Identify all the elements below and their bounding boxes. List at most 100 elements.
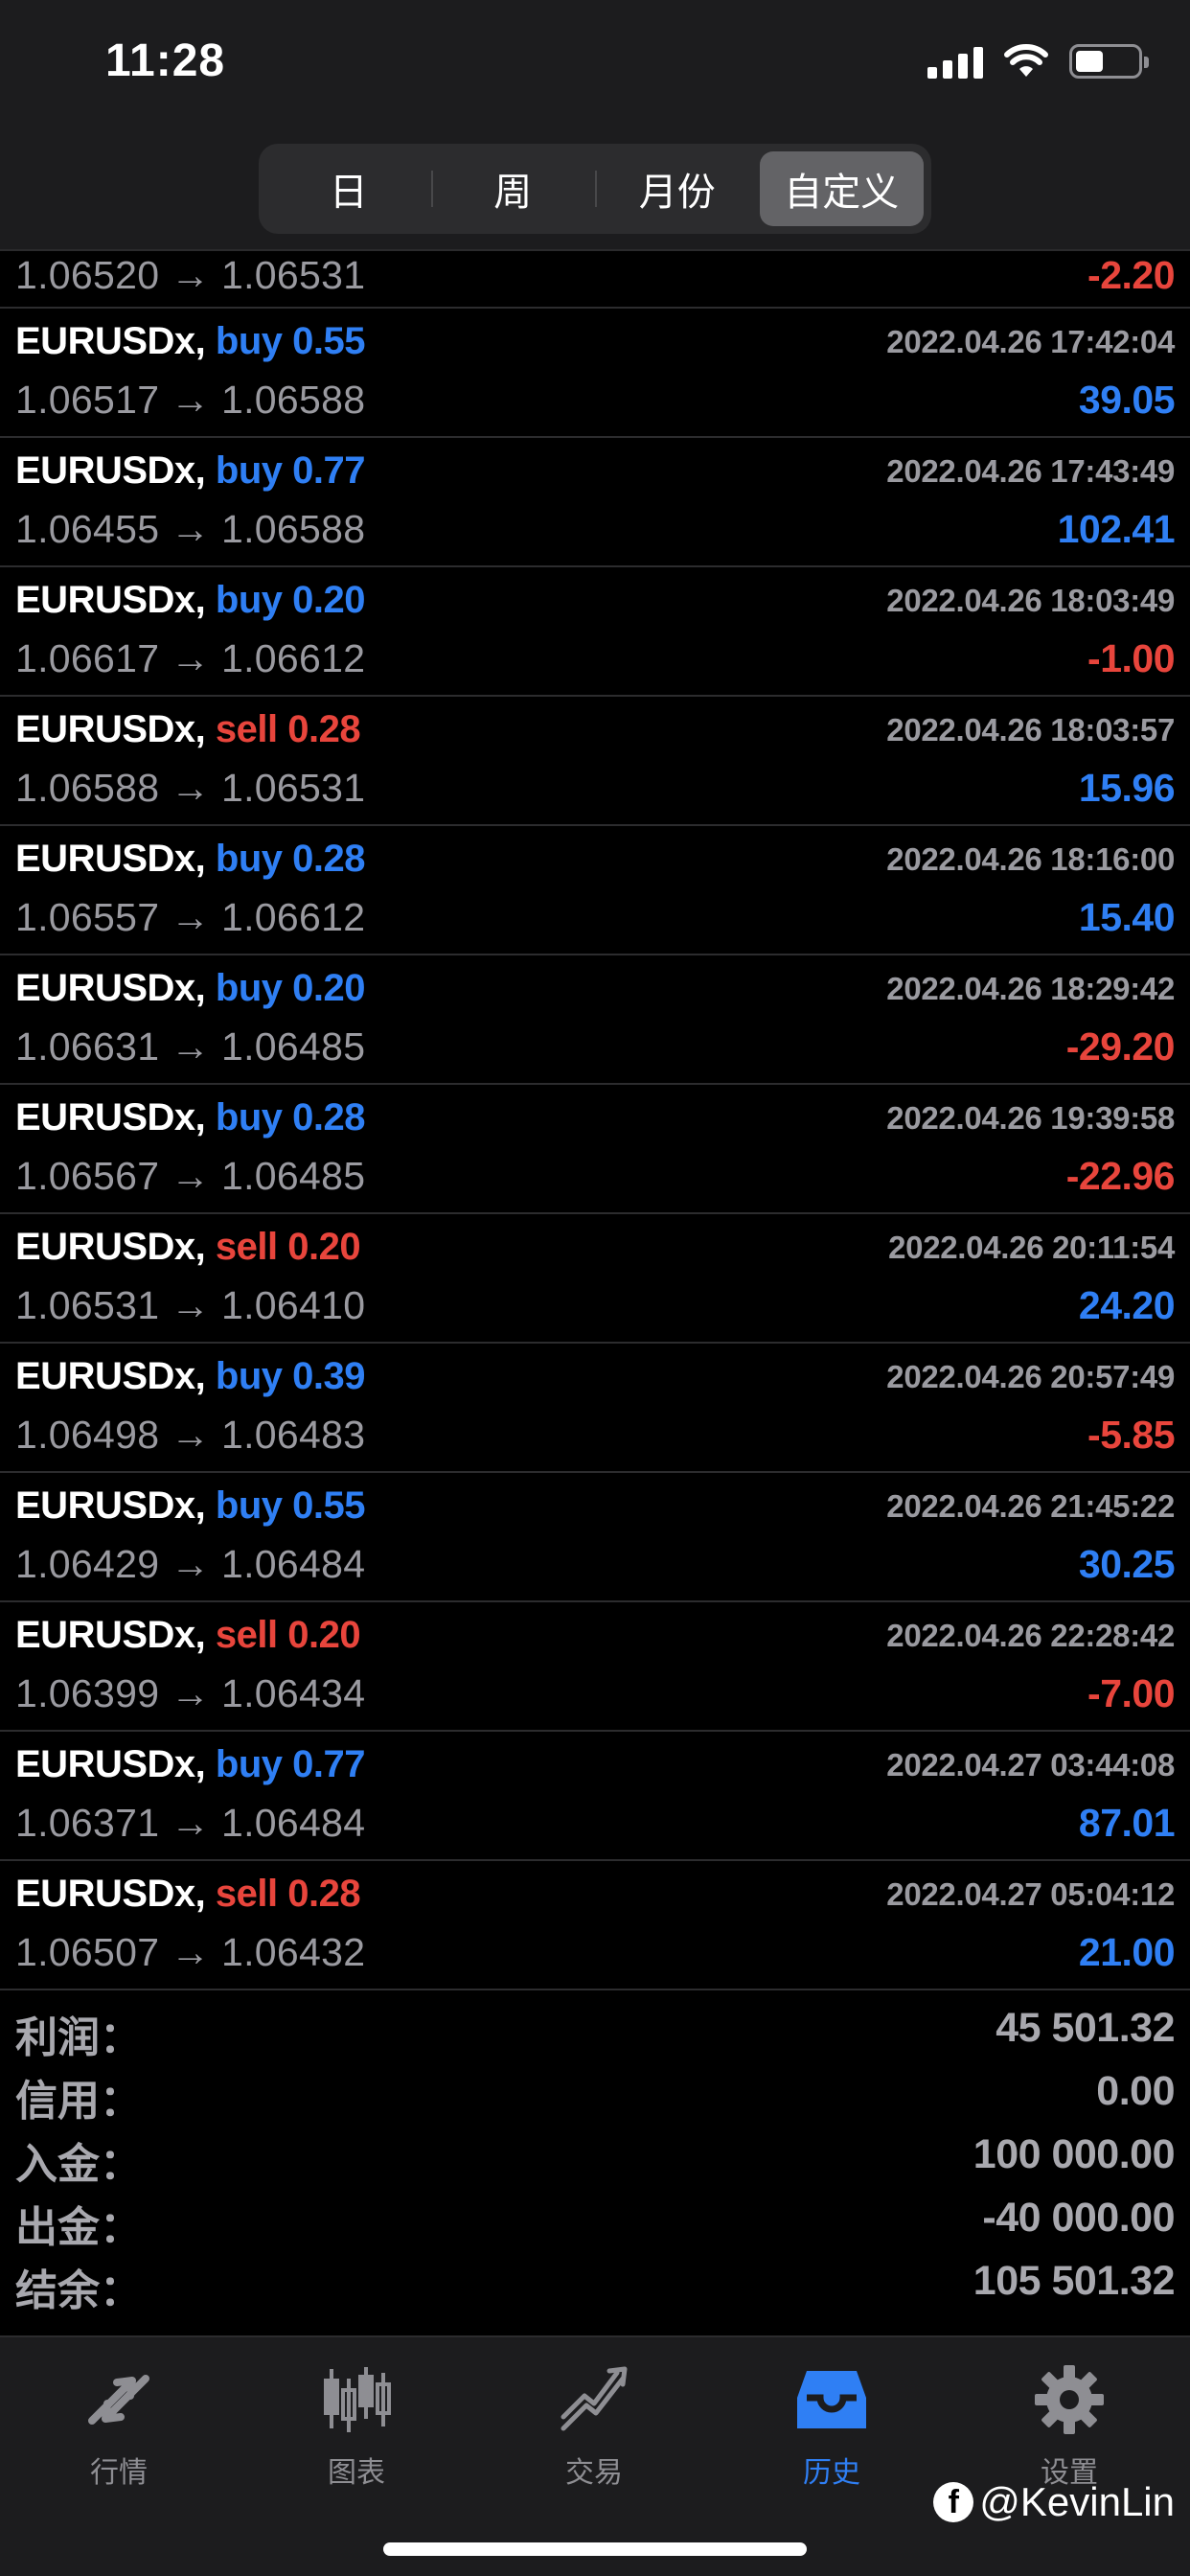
trade-row[interactable]: EURUSDx, buy 0.20 2022.04.26 18:03:49 1.06… [0,567,1190,697]
trade-profit: 15.96 [1078,766,1176,810]
trade-row[interactable]: EURUSDx, sell 0.20 2022.04.26 20:11:54 1.0… [0,1214,1190,1344]
trade-side-volume: buy 0.77 [215,1743,366,1785]
trade-symbol: EURUSDx, buy 0.20 [15,967,365,1010]
summary-row: 出金： -40 000.00 [0,2185,1190,2251]
period-segmented-control: 日 周 月份 自定义 [259,144,931,234]
watermark: f @KevinLin [933,2479,1175,2525]
account-summary: 利润： 45 501.32 信用： 0.00 入金： 100 000.00 出金： -40 0… [0,1995,1190,2314]
wifi-icon [1004,44,1048,77]
trade-symbol: EURUSDx, sell 0.20 [15,1226,361,1269]
trade-profit: 24.20 [1078,1283,1176,1327]
trade-prices: 1.06371 → 1.06484 [15,1801,366,1845]
trade-prices: 1.06520 → 1.06531 [15,253,366,297]
trade-time: 2022.04.27 05:04:12 [886,1876,1175,1912]
trade-row[interactable]: EURUSDx, buy 0.55 2022.04.26 21:45:22 1.06… [0,1473,1190,1602]
summary-value: -40 000.00 [982,2195,1175,2241]
trade-profit: 102.41 [1057,507,1176,551]
trade-prices: 1.06588 → 1.06531 [15,766,366,810]
battery-icon [1069,44,1149,79]
home-indicator[interactable] [383,2542,807,2556]
trade-prices: 1.06507 → 1.06432 [15,1930,366,1974]
tab-quotes[interactable]: 行情 [0,2357,238,2500]
trade-row-partial[interactable]: 1.06520 → 1.06531 -2.20 [0,251,1190,309]
symbol-name: EURUSDx, [15,1743,206,1785]
summary-label: 入金： [15,2141,142,2188]
tab-label: 行情 [90,2457,148,2489]
trade-prices: 1.06498 → 1.06483 [15,1413,366,1457]
trade-time: 2022.04.26 18:03:57 [886,712,1175,748]
trade-row[interactable]: EURUSDx, buy 0.77 2022.04.27 03:44:08 1.06… [0,1732,1190,1861]
trade-profit: 39.05 [1078,378,1176,422]
tab-label: 历史 [803,2457,860,2489]
summary-value: 105 501.32 [973,2258,1176,2304]
summary-value: 45 501.32 [995,2005,1175,2051]
trade-time: 2022.04.26 19:39:58 [886,1100,1175,1136]
trade-side-volume: buy 0.55 [215,320,366,362]
summary-value: 0.00 [1096,2068,1175,2114]
tab-chart[interactable]: 图表 [238,2357,475,2500]
trade-profit: -29.20 [1065,1024,1176,1069]
segment-custom[interactable]: 自定义 [759,151,924,226]
summary-row: 入金： 100 000.00 [0,2122,1190,2188]
trade-symbol: EURUSDx, buy 0.55 [15,320,365,363]
trade-prices: 1.06617 → 1.06612 [15,636,366,680]
trade-side-volume: buy 0.20 [215,579,366,621]
trade-time: 2022.04.26 20:11:54 [888,1230,1175,1265]
trade-time: 2022.04.26 18:16:00 [886,841,1175,877]
watermark-text: @KevinLin [979,2479,1175,2524]
trade-symbol: EURUSDx, buy 0.28 [15,838,365,881]
segment-week[interactable]: 周 [430,151,596,226]
trade-row[interactable]: EURUSDx, sell 0.20 2022.04.26 22:28:42 1.0… [0,1602,1190,1732]
symbol-name: EURUSDx, [15,708,206,750]
tab-history[interactable]: 历史 [713,2357,950,2500]
trade-row[interactable]: EURUSDx, sell 0.28 2022.04.26 18:03:57 1.0… [0,697,1190,826]
symbol-name: EURUSDx, [15,1096,206,1138]
tab-trade[interactable]: 交易 [475,2357,713,2500]
trade-row[interactable]: EURUSDx, sell 0.28 2022.04.27 05:04:12 1.0… [0,1861,1190,1990]
tab-bar: 行情 图表 交易 历史 设置 f @KevinLin [0,2335,1190,2576]
trade-prices: 1.06399 → 1.06434 [15,1671,366,1715]
trade-symbol: EURUSDx, sell 0.20 [15,1614,361,1657]
trade-symbol: EURUSDx, buy 0.39 [15,1355,365,1398]
trade-symbol: EURUSDx, buy 0.55 [15,1484,365,1528]
segment-month[interactable]: 月份 [595,151,760,226]
chart-icon [313,2357,400,2443]
trade-row[interactable]: EURUSDx, buy 0.39 2022.04.26 20:57:49 1.06… [0,1344,1190,1473]
trade-time: 2022.04.26 17:42:04 [886,324,1175,359]
summary-row: 利润： 45 501.32 [0,1995,1190,2061]
quotes-icon [76,2357,162,2443]
summary-label: 出金： [15,2204,142,2251]
symbol-name: EURUSDx, [15,1355,206,1397]
symbol-name: EURUSDx, [15,579,206,621]
facebook-icon: f [933,2482,974,2522]
trade-time: 2022.04.26 21:45:22 [886,1488,1175,1524]
status-time: 11:28 [105,35,226,86]
trade-prices: 1.06531 → 1.06410 [15,1283,366,1327]
summary-value: 100 000.00 [973,2131,1176,2177]
symbol-name: EURUSDx, [15,1484,206,1527]
settings-icon [1026,2357,1112,2443]
trade-time: 2022.04.26 18:03:49 [886,583,1175,618]
trade-symbol: EURUSDx, buy 0.77 [15,449,365,493]
trade-row[interactable]: EURUSDx, buy 0.28 2022.04.26 18:16:00 1.06… [0,826,1190,955]
trade-side-volume: buy 0.28 [215,838,366,880]
trade-row[interactable]: EURUSDx, buy 0.55 2022.04.26 17:42:04 1.06… [0,309,1190,438]
trade-side-volume: buy 0.39 [215,1355,366,1397]
history-icon [789,2357,875,2443]
tab-label: 交易 [565,2457,623,2489]
trade-side-volume: buy 0.77 [215,449,366,492]
symbol-name: EURUSDx, [15,838,206,880]
segment-day[interactable]: 日 [266,151,431,226]
trade-prices: 1.06517 → 1.06588 [15,378,366,422]
summary-label: 信用： [15,2078,142,2125]
trade-profit: 87.01 [1078,1801,1176,1845]
trade-row[interactable]: EURUSDx, buy 0.28 2022.04.26 19:39:58 1.06… [0,1085,1190,1214]
symbol-name: EURUSDx, [15,320,206,362]
trade-profit: -1.00 [1087,636,1175,680]
trade-side-volume: sell 0.20 [215,1614,361,1656]
trade-row[interactable]: EURUSDx, buy 0.20 2022.04.26 18:29:42 1.06… [0,955,1190,1085]
summary-label: 结余： [15,2267,142,2314]
trade-row[interactable]: EURUSDx, buy 0.77 2022.04.26 17:43:49 1.06… [0,438,1190,567]
summary-label: 利润： [15,2014,142,2061]
trade-prices: 1.06557 → 1.06612 [15,895,366,939]
